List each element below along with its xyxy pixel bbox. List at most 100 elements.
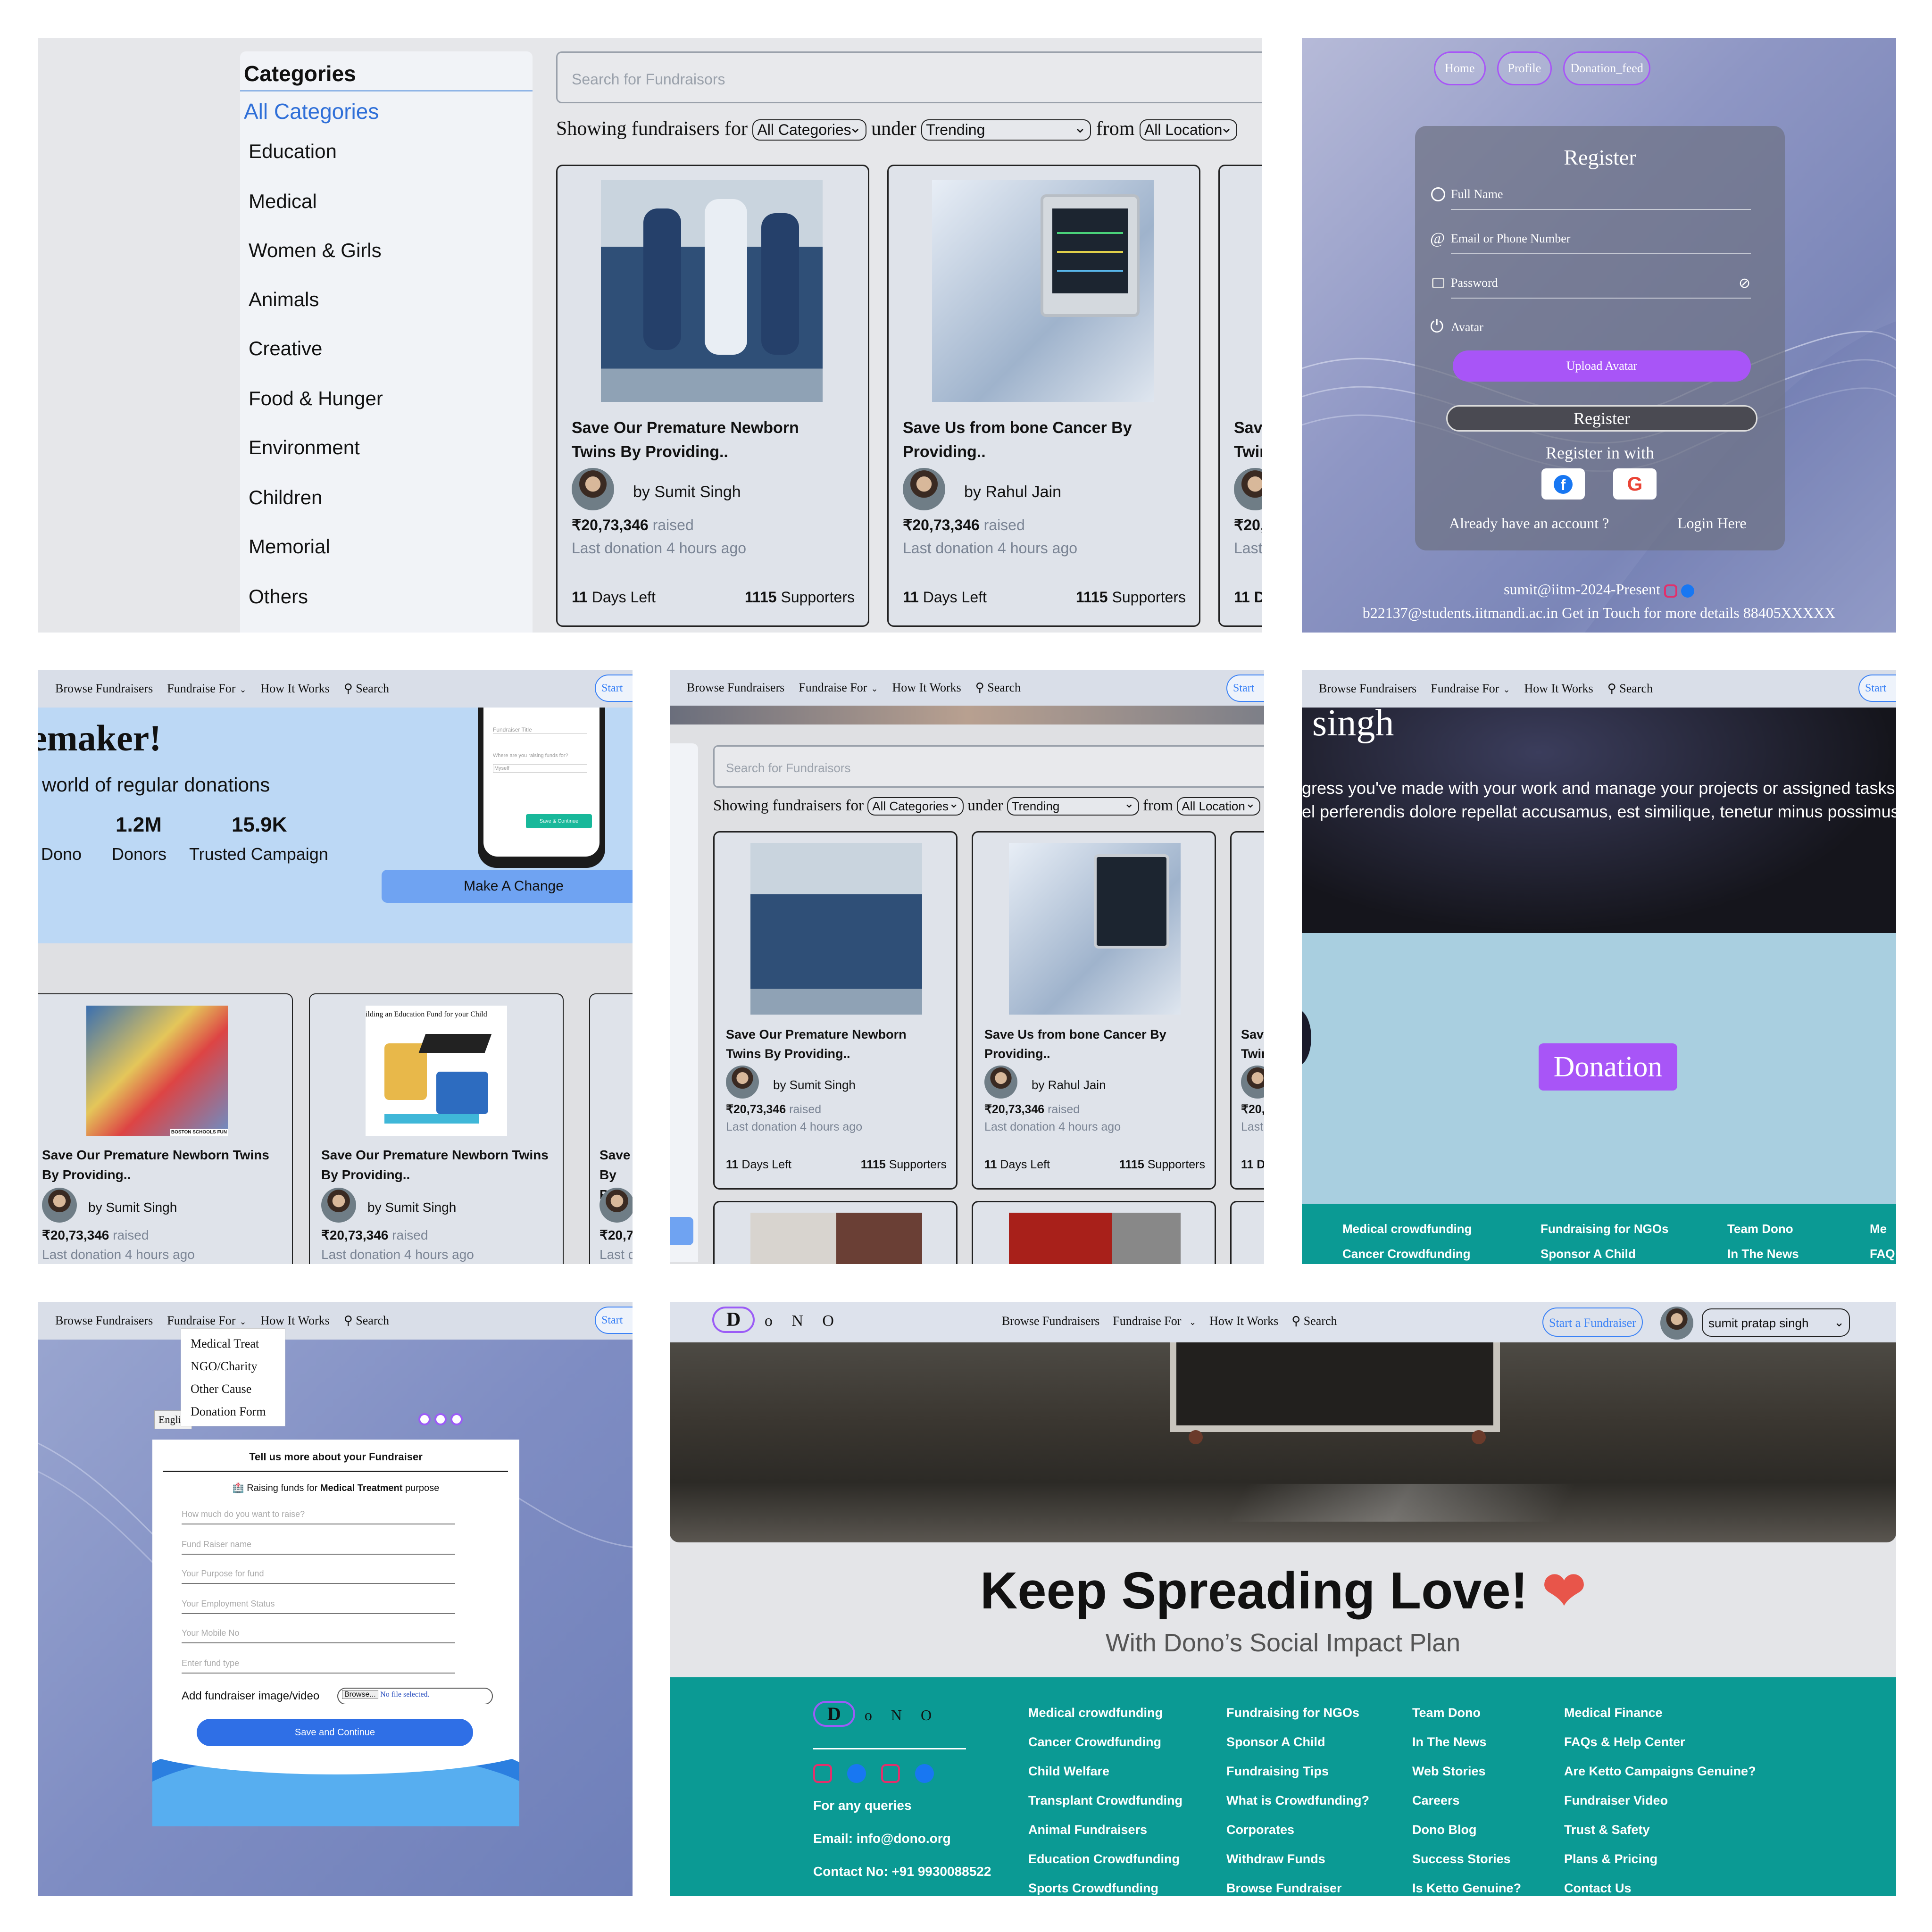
category-medical[interactable]: Medical bbox=[249, 190, 317, 213]
category-animals[interactable]: Animals bbox=[249, 288, 319, 311]
category-environment[interactable]: Environment bbox=[249, 436, 360, 459]
raise-amount-field[interactable]: How much do you want to raise? bbox=[182, 1506, 455, 1524]
fundraiser-card[interactable] bbox=[972, 1201, 1216, 1264]
email-field[interactable]: Email or Phone Number bbox=[1451, 232, 1751, 254]
footer-link[interactable]: FAQ bbox=[1870, 1247, 1895, 1261]
nav-fundraise-for[interactable]: Fundraise For ⌄ bbox=[1113, 1314, 1196, 1328]
fund-raiser-name-field[interactable]: Fund Raiser name bbox=[182, 1536, 455, 1555]
nav-donation-feed[interactable]: Donation_feed bbox=[1563, 51, 1650, 85]
nav-browse[interactable]: Browse Fundraisers bbox=[687, 681, 784, 695]
browse-button[interactable]: Browse... bbox=[342, 1690, 378, 1699]
footer-link[interactable]: Child Welfare bbox=[1028, 1757, 1183, 1786]
footer-link[interactable]: Fundraising for NGOs bbox=[1541, 1222, 1669, 1236]
nav-browse[interactable]: Browse Fundraisers bbox=[1002, 1314, 1099, 1328]
footer-link[interactable]: Sports Crowdfunding bbox=[1028, 1874, 1183, 1896]
nav-search[interactable]: ⚲ Search bbox=[975, 681, 1021, 695]
employment-field[interactable]: Your Employment Status bbox=[182, 1595, 455, 1614]
category-all[interactable]: All Categories bbox=[244, 99, 379, 124]
category-select[interactable]: All Categories bbox=[867, 796, 964, 816]
facebook-icon[interactable] bbox=[1681, 584, 1694, 598]
register-button[interactable]: Register bbox=[1446, 405, 1757, 432]
fundraiser-card[interactable]: Save Our Premature Newborn Twins By Prov… bbox=[713, 831, 958, 1190]
start-fundraiser-button[interactable]: Start a Fundraiser bbox=[1542, 1307, 1643, 1337]
login-link[interactable]: Login Here bbox=[1677, 515, 1747, 532]
facebook-icon[interactable] bbox=[847, 1764, 866, 1783]
footer-link[interactable]: Success Stories bbox=[1412, 1844, 1521, 1874]
user-select[interactable]: sumit pratap singh ⌄ bbox=[1702, 1308, 1850, 1337]
nav-fundraise-for[interactable]: Fundraise For ⌄ bbox=[1431, 682, 1510, 696]
nav-how[interactable]: How It Works bbox=[261, 1314, 330, 1328]
search-input[interactable]: Search for Fundraisors bbox=[713, 745, 1264, 788]
footer-link[interactable]: Medical Finance bbox=[1564, 1698, 1756, 1727]
category-memorial[interactable]: Memorial bbox=[249, 535, 330, 558]
category-food[interactable]: Food & Hunger bbox=[249, 387, 383, 410]
footer-link[interactable]: Team Dono bbox=[1727, 1222, 1799, 1236]
start-fundraiser-button[interactable]: Start bbox=[1858, 675, 1896, 702]
fundraiser-card[interactable]: Save Us from bone Cancer By Providing.. … bbox=[972, 831, 1216, 1190]
fundraiser-card[interactable]: BOSTON SCHOOLS FUN Save Our Premature Ne… bbox=[38, 993, 293, 1264]
footer-link[interactable]: Team Dono bbox=[1412, 1698, 1521, 1727]
nav-fundraise-for[interactable]: Fundraise For ⌄ bbox=[167, 682, 246, 696]
eye-off-icon[interactable]: ⊘ bbox=[1739, 275, 1750, 291]
fundraiser-card[interactable]: Save By Pr ₹20,7 Last d bbox=[589, 993, 633, 1264]
start-fundraiser-button[interactable]: Start bbox=[1226, 675, 1264, 702]
footer-link[interactable]: Transplant Crowdfunding bbox=[1028, 1786, 1183, 1815]
footer-link[interactable]: Medical crowdfunding bbox=[1342, 1222, 1472, 1236]
sort-select[interactable]: Trending bbox=[1007, 796, 1139, 816]
footer-link[interactable]: Browse Fundraiser bbox=[1226, 1874, 1369, 1896]
password-field[interactable]: Password bbox=[1451, 276, 1751, 299]
footer-link[interactable]: Sponsor A Child bbox=[1541, 1247, 1669, 1261]
nav-profile[interactable]: Profile bbox=[1497, 51, 1552, 85]
dropdown-item[interactable]: Donation Form bbox=[191, 1400, 285, 1423]
mobile-field[interactable]: Your Mobile No bbox=[182, 1624, 455, 1643]
fundraiser-card[interactable]: ilding an Education Fund for your Child … bbox=[309, 993, 564, 1264]
footer-link[interactable]: Education Crowdfunding bbox=[1028, 1844, 1183, 1874]
nav-browse[interactable]: Browse Fundraisers bbox=[55, 682, 153, 696]
dropdown-item[interactable]: Medical Treat bbox=[191, 1332, 285, 1355]
footer-link[interactable]: Fundraising Tips bbox=[1226, 1757, 1369, 1786]
fundraiser-card[interactable]: Save Us from bone Cancer By Providing.. … bbox=[887, 165, 1200, 627]
footer-link[interactable]: In The News bbox=[1727, 1247, 1799, 1261]
start-fundraiser-button[interactable]: Start bbox=[595, 1307, 633, 1334]
footer-link[interactable]: Corporates bbox=[1226, 1815, 1369, 1844]
nav-search[interactable]: ⚲ Search bbox=[344, 1314, 389, 1328]
nav-how[interactable]: How It Works bbox=[261, 682, 330, 696]
footer-link[interactable]: What is Crowdfunding? bbox=[1226, 1786, 1369, 1815]
footer-link[interactable]: Plans & Pricing bbox=[1564, 1844, 1756, 1874]
save-continue-button[interactable]: Save and Continue bbox=[197, 1719, 473, 1746]
sort-select[interactable]: Trending bbox=[921, 118, 1091, 141]
search-input[interactable]: Search for Fundraisors bbox=[556, 51, 1262, 103]
footer-link[interactable]: Animal Fundraisers bbox=[1028, 1815, 1183, 1844]
fundraiser-card[interactable]: Save Twin ₹20,7 Last d 11 Da bbox=[1218, 165, 1262, 627]
fundraiser-card[interactable]: Save Our Premature Newborn Twins By Prov… bbox=[556, 165, 869, 627]
category-education[interactable]: Education bbox=[249, 140, 337, 163]
dropdown-item[interactable]: NGO/Charity bbox=[191, 1355, 285, 1378]
category-select[interactable]: All Categories bbox=[752, 118, 866, 141]
footer-link[interactable]: Fundraising for NGOs bbox=[1226, 1698, 1369, 1727]
nav-home[interactable]: Home bbox=[1434, 51, 1486, 85]
footer-link[interactable]: Cancer Crowdfunding bbox=[1028, 1727, 1183, 1757]
instagram-icon[interactable] bbox=[881, 1764, 900, 1783]
full-name-field[interactable]: Full Name bbox=[1451, 187, 1751, 210]
nav-browse[interactable]: Browse Fundraisers bbox=[1319, 682, 1416, 696]
footer-link[interactable]: Sponsor A Child bbox=[1226, 1727, 1369, 1757]
donation-button[interactable]: Donation bbox=[1539, 1043, 1677, 1091]
footer-link[interactable]: Is Ketto Genuine? bbox=[1412, 1874, 1521, 1896]
fundraiser-card[interactable] bbox=[1230, 1201, 1264, 1264]
fund-type-field[interactable]: Enter fund type bbox=[182, 1655, 455, 1674]
logo[interactable]: D o N O bbox=[712, 1307, 834, 1333]
nav-how[interactable]: How It Works bbox=[892, 681, 961, 695]
instagram-icon[interactable] bbox=[813, 1764, 832, 1783]
nav-fundraise-for[interactable]: Fundraise For ⌄ bbox=[167, 1314, 246, 1328]
start-fundraiser-button[interactable]: Start bbox=[595, 675, 633, 702]
fundraiser-card[interactable]: Save Twin ₹20,7 Last d 11 Da bbox=[1230, 831, 1264, 1190]
footer-link[interactable]: Careers bbox=[1412, 1786, 1521, 1815]
location-select[interactable]: All Location bbox=[1177, 796, 1260, 816]
footer-link[interactable]: Trust & Safety bbox=[1564, 1815, 1756, 1844]
nav-browse[interactable]: Browse Fundraisers bbox=[55, 1314, 153, 1328]
footer-link[interactable]: FAQs & Help Center bbox=[1564, 1727, 1756, 1757]
purpose-field[interactable]: Your Purpose for fund bbox=[182, 1565, 455, 1584]
footer-email[interactable]: Email: info@dono.org bbox=[813, 1831, 951, 1846]
make-change-button[interactable]: Make A Change bbox=[382, 870, 633, 903]
nav-how[interactable]: How It Works bbox=[1524, 682, 1593, 696]
